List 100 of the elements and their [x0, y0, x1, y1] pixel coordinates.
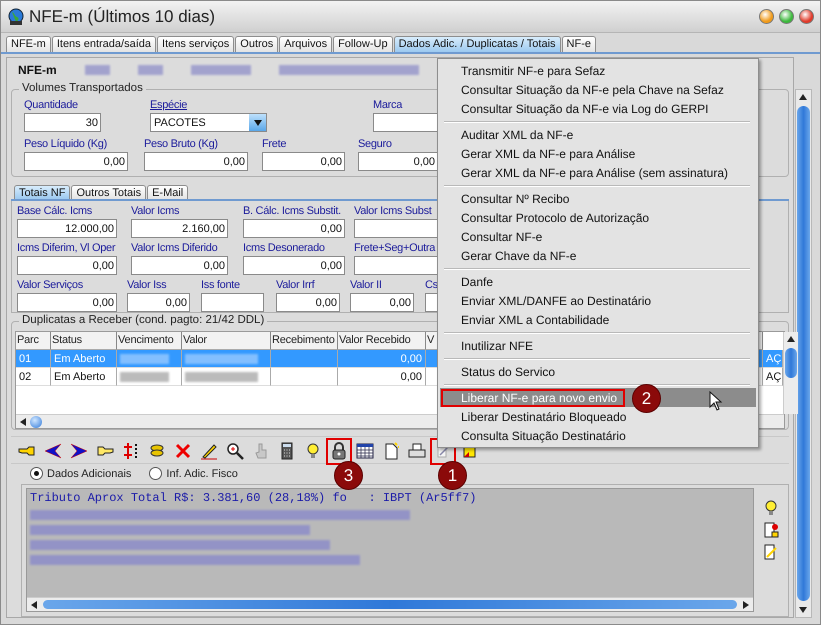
input-field[interactable]: 0,00 — [17, 256, 117, 275]
tab[interactable]: Follow-Up — [333, 36, 393, 52]
notes-text: : IBPT (Ar5ff7) — [368, 491, 476, 505]
input-field[interactable]: 0,00 — [144, 152, 248, 171]
field-label[interactable]: Espécie — [150, 98, 188, 113]
radio-label: Inf. Adic. Fisco — [166, 468, 238, 480]
tab[interactable]: Outros — [235, 36, 278, 52]
menu-item-label: Auditar XML da NF-e — [460, 126, 574, 144]
field-label: Valor Icms — [131, 204, 180, 219]
input-field[interactable]: 0,00 — [262, 152, 345, 171]
group-title: Volumes Transportados — [19, 82, 146, 94]
menu-item-label: Consultar NF-e — [460, 228, 544, 246]
menu-item-label: Enviar XML a Contabilidade — [460, 312, 610, 328]
select-field[interactable]: PACOTES — [150, 113, 267, 132]
column-header[interactable]: Vencimento — [117, 332, 182, 350]
menu-item[interactable]: Consultar Situação da NF-e pela Chave na Sefaz — [440, 80, 756, 99]
menu-item[interactable]: Auditar XML da NF-e — [440, 125, 756, 144]
window-title: NFE-m (Últimos 10 dias) — [29, 6, 216, 26]
field-label: Valor Serviços — [17, 278, 83, 293]
callout-badge: 1 — [438, 461, 467, 490]
input-field[interactable]: 2.160,00 — [131, 219, 228, 238]
menu-item[interactable]: Consultar Situação da NF-e via Log do GERPI — [440, 99, 756, 118]
menu-item[interactable]: Transmitir NF-e para Sefaz — [440, 61, 756, 80]
menu-item[interactable]: Gerar Chave da NF-e — [440, 246, 756, 265]
notes-text: Tributo Aprox Total R$: 3.381,60 (28,18%) fo — [30, 491, 347, 505]
input-field[interactable]: 30 — [24, 113, 101, 132]
field-label: Peso Líquido (Kg) — [24, 137, 107, 152]
input-field[interactable]: 0,00 — [127, 293, 190, 312]
tab[interactable]: Itens serviços — [157, 36, 234, 52]
menu-item[interactable]: Consulta Situação Destinatário — [440, 426, 756, 445]
table-cell: Em Aberto — [54, 352, 106, 364]
input-field[interactable]: 0,00 — [358, 152, 438, 171]
column-header[interactable]: Valor — [182, 332, 271, 350]
field-label: Marca — [373, 98, 402, 113]
menu-item-label: Gerar Chave da NF-e — [460, 248, 578, 264]
tab[interactable]: Arquivos — [279, 36, 332, 52]
group-title: Duplicatas a Receber (cond. pagto: 21/42 DDL) — [19, 314, 268, 326]
menu-item[interactable]: Gerar XML da NF-e para Análise — [440, 144, 756, 163]
notes-area[interactable]: Tributo Aprox Total R$: 3.381,60 (28,18%) fo : IBPT (Ar5ff7) — [26, 488, 754, 612]
menu-item-label: Consultar Situação da NF-e via Log do GERPI — [460, 100, 710, 118]
field-label: Icms Diferim, Vl Oper — [17, 241, 116, 256]
field-label: Frete+Seg+Outra — [354, 241, 436, 256]
table-cell: 01 — [19, 352, 32, 364]
callout-badge: 2 — [632, 384, 661, 413]
menu-item-label: Gerar XML da NF-e para Análise (sem assinatura) — [460, 164, 729, 182]
input-field[interactable]: 0,00 — [350, 293, 414, 312]
menu-item[interactable]: Consultar Protocolo de Autorização — [440, 208, 756, 227]
tab[interactable]: Totais NF — [14, 185, 70, 199]
field-label: Peso Bruto (Kg) — [144, 137, 218, 152]
table-cell: 0,00 — [400, 370, 422, 382]
field-label: B. Cálc. Icms Substit. — [243, 204, 341, 219]
menu-item[interactable]: Consultar NF-e — [440, 227, 756, 246]
field-label: Valor Irrf — [276, 278, 314, 293]
input-field[interactable]: 12.000,00 — [17, 219, 117, 238]
input-field[interactable]: 0,00 — [17, 293, 117, 312]
menu-item-label: Gerar XML da NF-e para Análise — [460, 146, 636, 162]
field-label: Cs — [425, 278, 438, 293]
menu-item-label: Danfe — [460, 274, 494, 290]
input-field[interactable]: 0,00 — [24, 152, 128, 171]
menu-item-label: Consultar Situação da NF-e pela Chave na Sefaz — [460, 82, 725, 98]
tab[interactable]: Itens entrada/saída — [52, 36, 156, 52]
column-header[interactable]: Parc — [16, 332, 51, 350]
input-field[interactable]: 0,00 — [243, 256, 345, 275]
menu-item-label: Consultar Nº Recibo — [460, 190, 570, 208]
menu-item[interactable]: Danfe — [440, 272, 756, 291]
callout-badge: 3 — [334, 461, 363, 490]
input-field[interactable]: 0,00 — [131, 256, 228, 275]
menu-item-label: Liberar NF-e para novo envio — [441, 388, 626, 406]
column-header[interactable]: Recebimento — [271, 332, 338, 350]
field-label: Icms Desonerado — [243, 241, 325, 256]
input-field[interactable]: 0,00 — [243, 219, 345, 238]
field-label: Quantidade — [24, 98, 78, 113]
field-label: Valor II — [350, 278, 382, 293]
menu-item[interactable]: Gerar XML da NF-e para Análise (sem assinatura) — [440, 163, 756, 182]
menu-item-label: Enviar XML/DANFE ao Destinatário — [460, 292, 652, 310]
input-field[interactable]: 0,00 — [276, 293, 340, 312]
tab[interactable]: Dados Adic. / Duplicatas / Totais — [394, 36, 561, 52]
field-label: Base Cálc. Icms — [17, 204, 92, 219]
table-cell: AÇ — [766, 370, 782, 382]
record-label: NFE-m — [18, 63, 57, 77]
field-label: Iss fonte — [201, 278, 240, 293]
tab[interactable]: NF-e — [562, 36, 596, 52]
tab[interactable]: Outros Totais — [71, 185, 146, 199]
menu-item[interactable]: Enviar XML a Contabilidade — [440, 310, 756, 329]
field-label: Valor Icms Subst — [354, 204, 432, 219]
menu-item[interactable]: Enviar XML/DANFE ao Destinatário — [440, 291, 756, 310]
column-header[interactable]: Status — [51, 332, 117, 350]
menu-item-label: Liberar Destinatário Bloqueado — [460, 408, 628, 426]
menu-item[interactable]: Consultar Nº Recibo — [440, 189, 756, 208]
tab[interactable]: E-Mail — [147, 185, 188, 199]
menu-item-label: Consulta Situação Destinatário — [460, 428, 627, 444]
tab[interactable]: NFE-m — [6, 36, 51, 52]
menu-item-label: Transmitir NF-e para Sefaz — [460, 62, 606, 80]
table-cell: AÇ — [766, 352, 782, 364]
column-header[interactable]: Valor Recebido — [338, 332, 426, 350]
table-cell: 0,00 — [400, 352, 422, 364]
field-label: Frete — [262, 137, 286, 152]
table-cell: 02 — [19, 370, 32, 382]
table-cell: Em Aberto — [54, 370, 106, 382]
field-label: Valor Iss — [127, 278, 166, 293]
